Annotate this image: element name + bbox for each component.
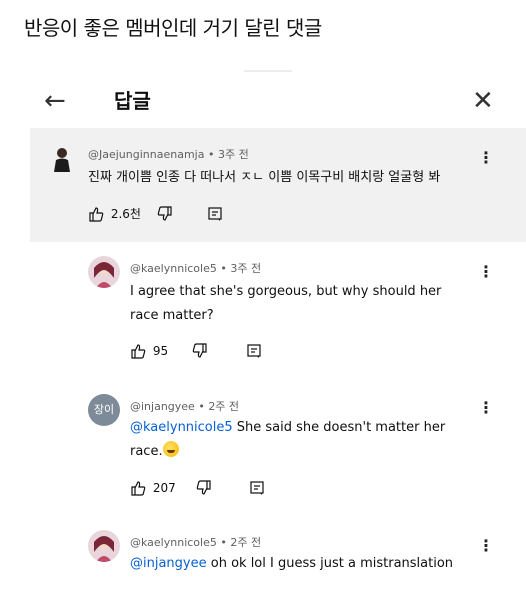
reply-time: 2주 전 — [230, 536, 262, 549]
like-count: 95 — [152, 344, 169, 358]
reply-author[interactable]: @kaelynnicole5 — [130, 536, 217, 549]
reply-time: 3주 전 — [230, 262, 262, 275]
reply-actions: 95 — [130, 343, 262, 363]
reply-author[interactable]: @injangyee — [130, 400, 195, 413]
post-caption: 반응이 좋은 멤버인데 거기 달린 댓글 — [24, 16, 322, 40]
sweat-smile-emoji-icon — [162, 441, 179, 457]
reply-meta: @injangyee • 2주 전 — [130, 400, 240, 413]
drag-handle[interactable] — [244, 70, 292, 72]
thumbs-down-icon[interactable] — [196, 480, 212, 496]
reply-author[interactable]: @kaelynnicole5 — [130, 262, 217, 275]
avatar[interactable] — [88, 530, 120, 562]
mention-link[interactable]: @kaelynnicole5 — [130, 420, 233, 435]
reply-text-line2: race matter? — [130, 308, 214, 323]
thumbs-down-icon[interactable] — [157, 205, 173, 222]
reply-text: race. — [130, 444, 163, 459]
comment-text: 진짜 개이쁨 인종 다 떠나서 ㅈㄴ 이쁨 이목구비 배치랑 얼굴형 봐 — [88, 170, 441, 185]
like-count: 207 — [152, 481, 176, 495]
more-options-icon[interactable]: ⋮ — [478, 400, 494, 416]
thumbs-up-icon[interactable] — [130, 343, 146, 359]
panel-title: 답글 — [114, 89, 151, 113]
reply-actions: 207 — [130, 480, 265, 500]
back-arrow-icon[interactable]: ← — [44, 88, 66, 114]
mention-link[interactable]: @injangyee — [130, 556, 207, 571]
reply-text-line1: @injangyee oh ok lol I guess just a mist… — [130, 552, 453, 576]
avatar[interactable]: 장이 — [88, 394, 120, 426]
close-icon[interactable]: ✕ — [472, 88, 494, 114]
avatar[interactable] — [88, 256, 120, 288]
reply-icon[interactable] — [207, 206, 223, 222]
reply-text-line1: I agree that she's gorgeous, but why sho… — [130, 284, 442, 299]
comment-time: 3주 전 — [217, 148, 249, 161]
reply-text: oh ok lol I guess just a mistranslation — [206, 556, 454, 571]
comment-author[interactable]: @Jaejunginnaenamja — [88, 148, 204, 161]
reply-text: She said she doesn't matter her — [232, 420, 446, 435]
reply-time: 2주 전 — [208, 400, 240, 413]
thumbs-up-icon[interactable] — [130, 480, 146, 496]
comment-actions: 2.6천 — [88, 205, 223, 225]
comment-meta: @Jaejunginnaenamja • 3주 전 — [88, 148, 249, 161]
reply-meta: @kaelynnicole5 • 2주 전 — [130, 536, 262, 549]
reply-icon[interactable] — [246, 343, 262, 359]
like-count: 2.6천 — [110, 207, 141, 221]
reply-text-line2: race. — [130, 440, 179, 464]
reply-icon[interactable] — [249, 480, 265, 496]
more-options-icon[interactable]: ⋮ — [478, 150, 494, 166]
more-options-icon[interactable]: ⋮ — [478, 264, 494, 280]
thumbs-up-icon[interactable] — [88, 206, 104, 222]
avatar[interactable] — [46, 142, 78, 174]
reply-meta: @kaelynnicole5 • 3주 전 — [130, 262, 262, 275]
thumbs-down-icon[interactable] — [192, 343, 208, 359]
reply-text-line1: @kaelynnicole5 She said she doesn't matt… — [130, 416, 445, 440]
more-options-icon[interactable]: ⋮ — [478, 538, 494, 554]
